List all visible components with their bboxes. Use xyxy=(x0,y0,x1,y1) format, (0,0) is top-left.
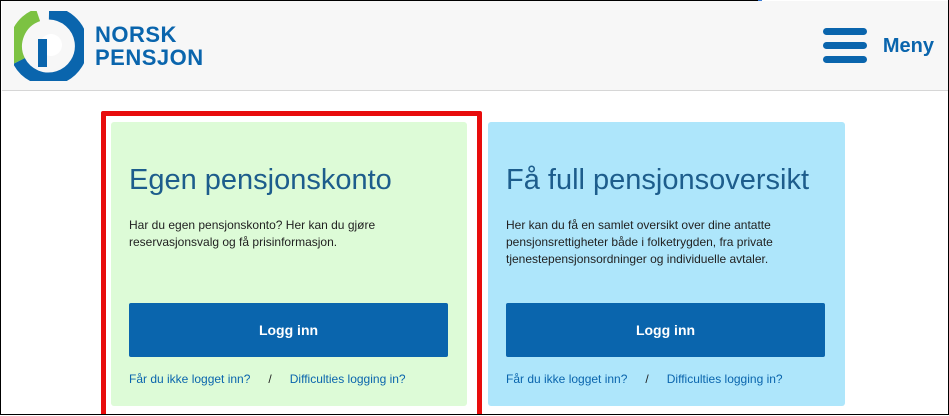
menu-label: Meny xyxy=(882,34,934,57)
card-description: Her kan du få en samlet oversikt over di… xyxy=(506,218,773,266)
card-title: Få full pensjonsoversikt xyxy=(506,164,810,196)
card-title: Egen pensjonskonto xyxy=(129,164,392,196)
card-description: Har du egen pensjonskonto? Her kan du gj… xyxy=(129,218,376,249)
login-button[interactable]: Logg inn xyxy=(129,303,448,357)
separator: / xyxy=(268,372,272,386)
difficulties-link[interactable]: Difficulties logging in? xyxy=(667,372,783,386)
brand-name[interactable]: NORSK PENSJON xyxy=(95,23,204,69)
login-button[interactable]: Logg inn xyxy=(506,303,825,357)
hamburger-menu-icon xyxy=(822,26,867,66)
difficulties-link[interactable]: Difficulties logging in? xyxy=(290,372,406,386)
browser-viewport: NORSK PENSJON Meny Egen pensjonskonto Ha… xyxy=(0,0,949,415)
help-links: Får du ikke logget inn? / Difficulties log… xyxy=(129,372,406,386)
card-full-pensjonsoversikt: Få full pensjonsoversikt Her kan du få e… xyxy=(488,122,845,406)
norsk-pensjon-logo-icon[interactable] xyxy=(14,11,84,81)
login-help-link[interactable]: Får du ikke logget inn? xyxy=(506,372,627,386)
brand-line-2: PENSJON xyxy=(95,45,204,70)
help-links: Får du ikke logget inn? / Difficulties log… xyxy=(506,372,783,386)
login-help-link[interactable]: Får du ikke logget inn? xyxy=(129,372,250,386)
site-header: NORSK PENSJON Meny xyxy=(2,1,948,91)
menu-button[interactable]: Meny xyxy=(822,26,934,66)
brand-line-1: NORSK xyxy=(95,22,177,47)
separator: / xyxy=(645,372,649,386)
card-egen-pensjonskonto: Egen pensjonskonto Har du egen pensjonsk… xyxy=(111,122,467,406)
